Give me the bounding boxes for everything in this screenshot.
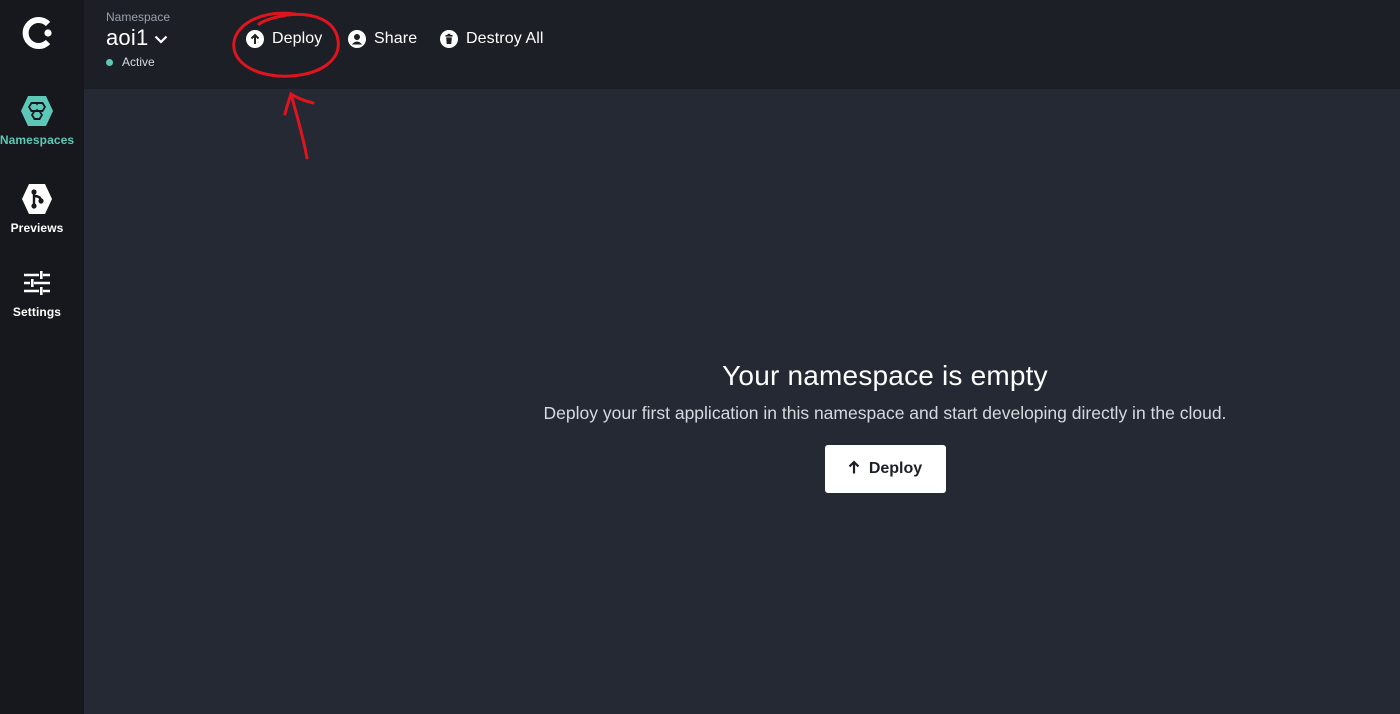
chevron-down-icon <box>154 31 168 49</box>
destroy-all-button-label: Destroy All <box>466 30 544 47</box>
empty-state-deploy-button[interactable]: Deploy <box>824 445 946 493</box>
arrow-up-icon <box>848 459 860 479</box>
empty-state-description: Deploy your first application in this na… <box>543 403 1227 423</box>
top-header: Namespace aoi1 Active Deploy Share Destr… <box>84 0 1400 89</box>
namespace-dropdown[interactable]: aoi1 <box>106 25 170 51</box>
sidebar-item-namespaces[interactable]: Namespaces <box>0 94 74 147</box>
namespace-selector-block: Namespace aoi1 Active <box>106 10 170 69</box>
okteto-logo-icon[interactable] <box>18 14 56 52</box>
destroy-all-button[interactable]: Destroy All <box>439 27 544 51</box>
settings-icon <box>20 266 54 300</box>
upload-arrow-icon <box>245 29 265 49</box>
share-button-label: Share <box>374 30 418 47</box>
deploy-button[interactable]: Deploy <box>245 27 322 51</box>
previews-icon <box>20 182 54 216</box>
empty-state: Your namespace is empty Deploy your firs… <box>385 360 1385 493</box>
empty-state-title: Your namespace is empty <box>722 360 1048 391</box>
namespaces-icon <box>20 94 54 128</box>
sidebar-item-previews[interactable]: Previews <box>0 182 74 235</box>
sidebar-item-label: Namespaces <box>0 133 75 147</box>
trash-icon <box>439 29 459 49</box>
status-dot-icon <box>106 58 113 66</box>
sidebar-item-label: Settings <box>12 305 62 319</box>
user-icon <box>347 29 367 49</box>
sidebar-item-settings[interactable]: Settings <box>0 266 74 319</box>
share-button[interactable]: Share <box>347 27 417 51</box>
deploy-button-label: Deploy <box>272 30 323 47</box>
namespace-name: aoi1 <box>106 25 149 50</box>
empty-state-deploy-label: Deploy <box>868 460 923 477</box>
sidebar-item-label: Previews <box>10 221 64 235</box>
sidebar: Namespaces Previews Settings <box>0 0 84 714</box>
namespace-caption: Namespace <box>106 10 171 24</box>
status-text: Active <box>122 55 155 69</box>
namespace-status: Active <box>106 55 170 69</box>
